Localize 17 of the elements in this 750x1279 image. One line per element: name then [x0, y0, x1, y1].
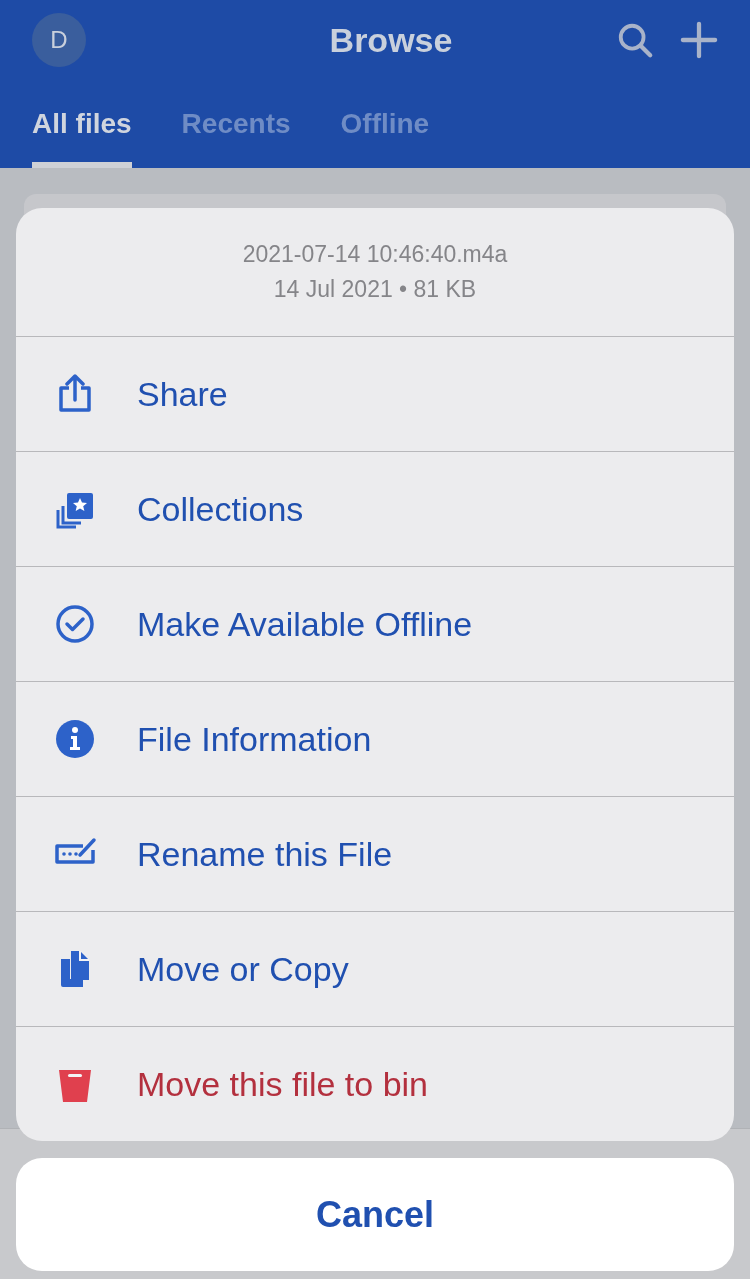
screen-title: Browse — [328, 20, 454, 60]
action-item[interactable]: Collections — [16, 452, 734, 567]
action-item[interactable]: Share — [16, 337, 734, 452]
avatar[interactable]: D — [32, 13, 86, 67]
action-item[interactable]: Move this file to bin — [16, 1027, 734, 1141]
action-item[interactable]: Make Available Offline — [16, 567, 734, 682]
action-item[interactable]: Move or Copy — [16, 912, 734, 1027]
info-icon — [53, 719, 97, 759]
action-item[interactable]: Rename this File — [16, 797, 734, 912]
add-icon[interactable] — [680, 21, 718, 59]
search-icon[interactable] — [616, 21, 654, 59]
file-details: 14 Jul 2021 • 81 KB — [273, 276, 477, 303]
tab[interactable]: All files — [32, 80, 132, 168]
action-item[interactable]: File Information — [16, 682, 734, 797]
cancel-button[interactable]: Cancel — [16, 1158, 734, 1271]
file-name: 2021-07-14 10:46:40.m4a — [242, 241, 508, 268]
check-circle-icon — [53, 604, 97, 644]
